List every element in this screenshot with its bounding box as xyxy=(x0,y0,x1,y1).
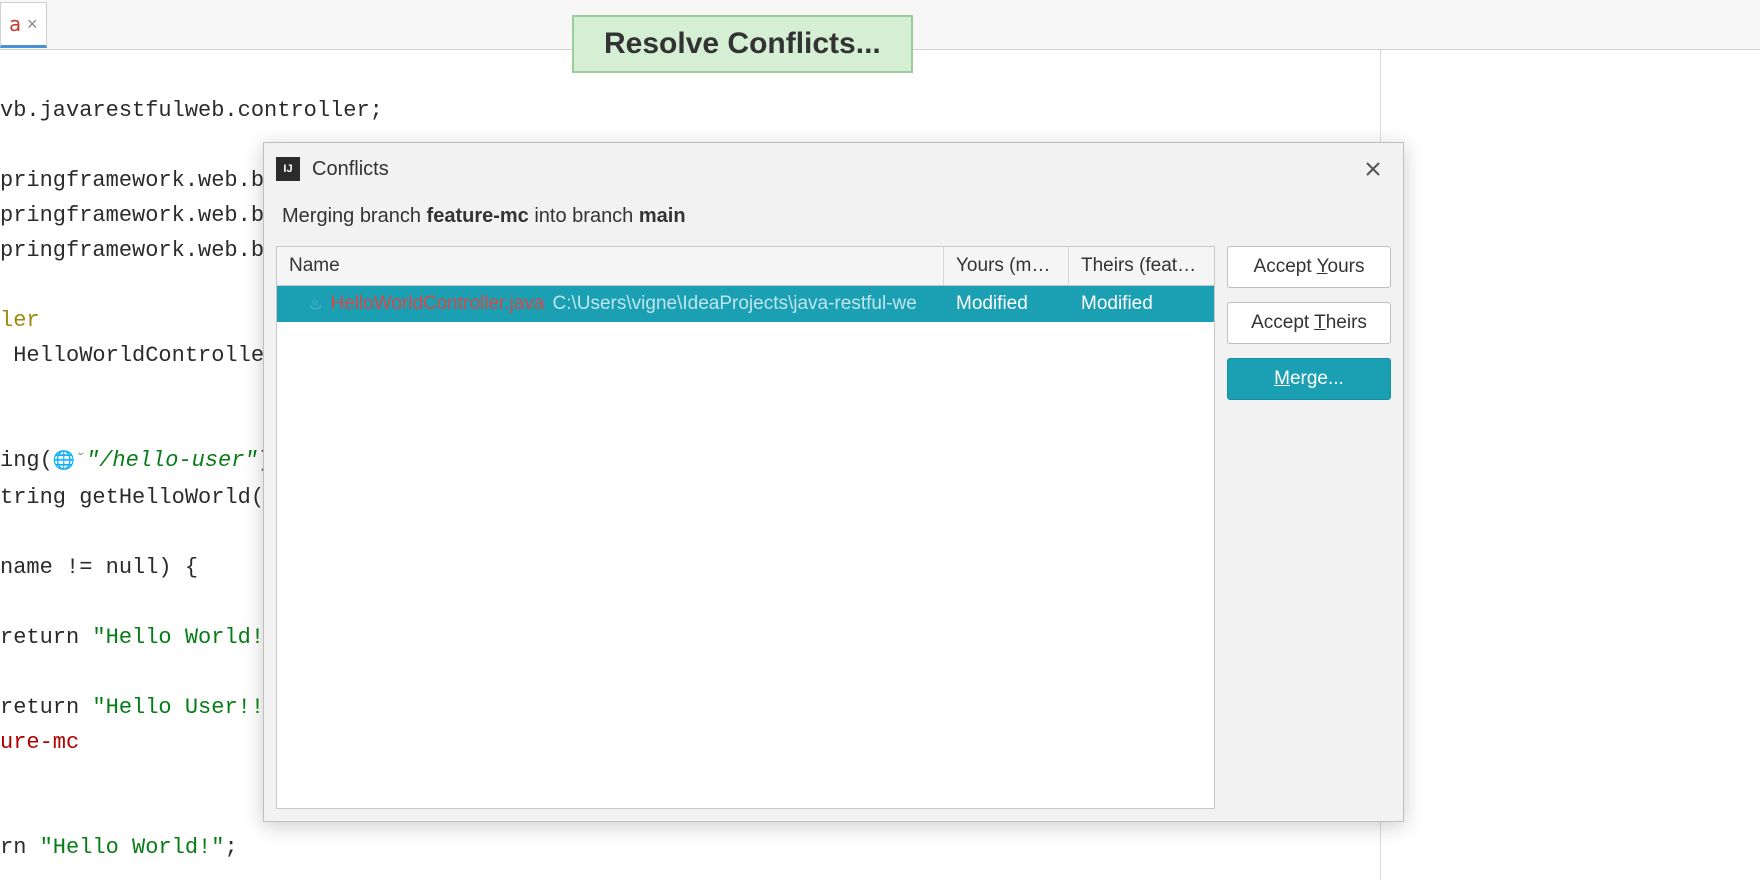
code-line: ure-mc xyxy=(0,730,79,755)
branch-to: main xyxy=(639,205,686,227)
editor-tab[interactable]: a × xyxy=(0,2,47,48)
resolve-conflicts-banner: Resolve Conflicts... xyxy=(572,15,913,73)
conflicts-table: Name Yours (main) Theirs (feature... ♨ H… xyxy=(276,246,1215,809)
code-line: pringframework.web.b xyxy=(0,238,264,263)
yours-status: Modified xyxy=(944,289,1069,319)
table-row[interactable]: ♨ HelloWorldController.java C:\Users\vig… xyxy=(277,286,1214,322)
table-header: Name Yours (main) Theirs (feature... xyxy=(277,247,1214,286)
code-line: HelloWorldControlle xyxy=(0,343,264,368)
close-icon[interactable]: × xyxy=(27,14,38,35)
globe-icon: 🌐ˇ xyxy=(53,452,86,472)
intellij-icon: IJ xyxy=(276,157,300,181)
column-yours[interactable]: Yours (main) xyxy=(944,247,1069,285)
conflicts-dialog: IJ Conflicts Merging branch feature-mc i… xyxy=(263,142,1404,822)
close-icon[interactable] xyxy=(1357,153,1389,185)
code-line: vb.javarestfulweb.controller; xyxy=(0,98,383,123)
conflict-filepath: C:\Users\vigne\IdeaProjects\java-restful… xyxy=(552,293,916,315)
conflict-filename: HelloWorldController.java xyxy=(330,293,544,315)
dialog-body: Name Yours (main) Theirs (feature... ♨ H… xyxy=(264,246,1403,821)
column-theirs[interactable]: Theirs (feature... xyxy=(1069,247,1214,285)
code-line: return "Hello User!! xyxy=(0,695,264,720)
code-line: ing(🌐ˇ"/hello-user") xyxy=(0,448,271,473)
code-line: tring getHelloWorld( xyxy=(0,485,264,510)
accept-theirs-button[interactable]: Accept Theirs xyxy=(1227,302,1391,344)
code-line: pringframework.web.b xyxy=(0,203,264,228)
theirs-status: Modified xyxy=(1069,289,1214,319)
code-line: rn "Hello World!"; xyxy=(0,835,238,860)
code-line: ler xyxy=(0,308,40,333)
code-line: return "Hello World! xyxy=(0,625,264,650)
dialog-subtitle: Merging branch feature-mc into branch ma… xyxy=(264,191,1403,246)
code-line: name != null) { xyxy=(0,555,198,580)
dialog-button-column: Accept Yours Accept Theirs Merge... xyxy=(1227,246,1391,809)
tab-label: a xyxy=(9,12,21,36)
dialog-title: Conflicts xyxy=(312,158,389,181)
column-name[interactable]: Name xyxy=(277,247,944,285)
java-file-icon: ♨ xyxy=(309,295,322,313)
merge-button[interactable]: Merge... xyxy=(1227,358,1391,400)
accept-yours-button[interactable]: Accept Yours xyxy=(1227,246,1391,288)
branch-from: feature-mc xyxy=(427,205,529,227)
dialog-titlebar[interactable]: IJ Conflicts xyxy=(264,143,1403,191)
